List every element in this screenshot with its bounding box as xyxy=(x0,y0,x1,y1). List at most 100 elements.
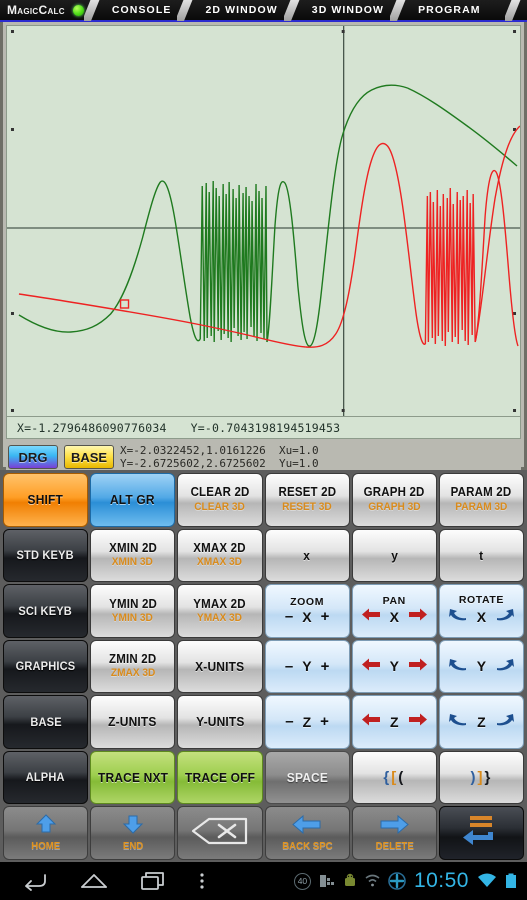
key-space[interactable]: SPACE xyxy=(264,750,350,805)
tab-slash-icon xyxy=(177,0,199,21)
key-caption: PAN xyxy=(382,595,406,608)
key-label: TRACE OFF xyxy=(184,769,255,785)
key-trace-nxt[interactable]: TRACE NXT xyxy=(90,750,176,805)
key-alt-gr[interactable]: ALT GR xyxy=(90,473,176,527)
key-zoom-x[interactable]: ZOOM – X + xyxy=(264,584,350,638)
key-shift[interactable]: SHIFT xyxy=(3,473,89,527)
menu-icon[interactable] xyxy=(198,871,206,891)
arrow-left-icon[interactable] xyxy=(361,713,381,731)
tab-console[interactable]: CONSOLE xyxy=(106,4,178,16)
key-label: TRACE NXT xyxy=(97,769,168,785)
key-base[interactable]: BASE xyxy=(3,695,89,749)
key-label: SCI KEYB xyxy=(18,603,73,618)
axis-label: X xyxy=(302,608,312,625)
key-label: RESET 2D xyxy=(278,485,336,500)
key-pan-y[interactable]: Y xyxy=(351,639,437,694)
key-ymax[interactable]: YMAX 2D YMAX 3D xyxy=(177,584,263,638)
notification-count-badge: 40 xyxy=(293,872,311,890)
trace-readout: X=-1.2796486090776034 Y=-0.7043198194519… xyxy=(6,417,521,439)
graph-canvas[interactable] xyxy=(6,25,521,417)
base-button[interactable]: BASE xyxy=(64,445,114,469)
key-graph[interactable]: GRAPH 2D GRAPH 3D xyxy=(351,473,437,527)
battery-icon xyxy=(506,873,516,888)
key-var-x[interactable]: x xyxy=(264,528,350,583)
key-sublabel: BACK SPC xyxy=(281,839,333,852)
trace-y-value: Y=-0.7043198194519453 xyxy=(190,420,341,435)
key-end[interactable]: END xyxy=(90,806,176,861)
arrow-right-icon[interactable] xyxy=(408,713,428,731)
key-zoom-z[interactable]: – Z + xyxy=(264,695,350,749)
sync-location-icon xyxy=(388,872,406,890)
key-y-units[interactable]: Y-UNITS xyxy=(177,695,263,749)
backspace-icon xyxy=(191,817,249,850)
key-label: SPACE xyxy=(286,769,328,785)
key-rotate-y[interactable]: Y xyxy=(438,639,525,694)
key-xmax[interactable]: XMAX 2D XMAX 3D xyxy=(177,528,263,583)
key-z-units[interactable]: Z-UNITS xyxy=(90,695,176,749)
plus-icon[interactable]: + xyxy=(321,609,330,625)
plus-icon[interactable]: + xyxy=(321,658,330,675)
key-open-brackets[interactable]: {[( xyxy=(351,750,437,805)
key-label: XMAX 2D xyxy=(193,541,247,556)
key-home[interactable]: HOME xyxy=(3,806,89,861)
arrow-left-icon[interactable] xyxy=(361,658,381,676)
rotate-ccw-icon[interactable] xyxy=(448,657,468,677)
key-pan-z[interactable]: Z xyxy=(351,695,437,749)
keypad-row: SCI KEYB YMIN 2D YMIN 3D YMAX 2D YMAX 3D ZOOM… xyxy=(3,584,525,638)
back-icon[interactable] xyxy=(22,871,48,891)
key-axis-controls: Y xyxy=(361,658,428,676)
key-enter[interactable] xyxy=(438,806,525,861)
key-pan-x[interactable]: PAN X xyxy=(351,584,437,638)
arrow-right-icon[interactable] xyxy=(408,658,428,676)
plus-icon[interactable]: + xyxy=(320,714,329,730)
key-ymin[interactable]: YMIN 2D YMIN 3D xyxy=(90,584,176,638)
key-zmin[interactable]: ZMIN 2D ZMAX 3D xyxy=(90,639,176,694)
key-xmin[interactable]: XMIN 2D XMIN 3D xyxy=(90,528,176,583)
minus-icon[interactable]: – xyxy=(285,658,293,675)
arrow-right-icon xyxy=(379,814,410,839)
key-trace-off[interactable]: TRACE OFF xyxy=(177,750,263,805)
key-delete[interactable]: DELETE xyxy=(351,806,437,861)
rotate-cw-icon[interactable] xyxy=(495,607,515,627)
arrow-down-icon xyxy=(120,814,146,839)
key-reset[interactable]: RESET 2D RESET 3D xyxy=(264,473,350,527)
rotate-cw-icon[interactable] xyxy=(495,712,515,732)
key-sublabel: HOME xyxy=(31,840,61,853)
key-zoom-y[interactable]: – Y + xyxy=(264,639,350,694)
key-var-t[interactable]: t xyxy=(438,528,525,583)
key-axis-controls: Z xyxy=(448,712,515,732)
minus-icon[interactable]: – xyxy=(285,714,293,730)
key-rotate-x[interactable]: ROTATE X xyxy=(438,584,525,638)
home-icon[interactable] xyxy=(80,871,108,891)
key-label: SHIFT xyxy=(27,491,64,507)
key-label: x xyxy=(303,547,311,563)
key-graphics[interactable]: GRAPHICS xyxy=(3,639,89,694)
key-clear[interactable]: CLEAR 2D CLEAR 3D xyxy=(177,473,263,527)
tab-slash-icon xyxy=(390,0,412,21)
key-rotate-z[interactable]: Z xyxy=(438,695,525,749)
rotate-cw-icon[interactable] xyxy=(495,657,515,677)
key-back-spc[interactable]: BACK SPC xyxy=(264,806,350,861)
key-param[interactable]: PARAM 2D PARAM 3D xyxy=(438,473,525,527)
tab-3d-window[interactable]: 3D WINDOW xyxy=(306,4,390,16)
rotate-ccw-icon[interactable] xyxy=(448,607,468,627)
tab-2d-window[interactable]: 2D WINDOW xyxy=(199,4,283,16)
recents-icon[interactable] xyxy=(140,871,166,891)
axis-label: Z xyxy=(477,713,486,730)
key-alpha[interactable]: ALPHA xyxy=(3,750,89,805)
keypad-row: GRAPHICS ZMIN 2D ZMAX 3D X-UNITS – Y + Y Y xyxy=(3,639,525,694)
minus-icon[interactable]: – xyxy=(285,609,293,625)
tab-program[interactable]: PROGRAM xyxy=(412,4,487,16)
key-backspace[interactable] xyxy=(177,806,263,861)
key-close-brackets[interactable]: )]} xyxy=(438,750,525,805)
rotate-ccw-icon[interactable] xyxy=(448,712,468,732)
window-y-range: Y=-2.6725602,2.6725602 Yu=1.0 xyxy=(120,457,319,470)
key-sci-keyb[interactable]: SCI KEYB xyxy=(3,584,89,638)
arrow-left-icon[interactable] xyxy=(361,608,381,626)
drg-button[interactable]: DRG xyxy=(8,445,58,469)
key-var-y[interactable]: y xyxy=(351,528,437,583)
key-x-units[interactable]: X-UNITS xyxy=(177,639,263,694)
key-std-keyb[interactable]: STD KEYB xyxy=(3,528,89,583)
title-bar: MagicCalc CONSOLE 2D WINDOW 3D WINDOW PR… xyxy=(0,0,527,22)
arrow-right-icon[interactable] xyxy=(408,608,428,626)
